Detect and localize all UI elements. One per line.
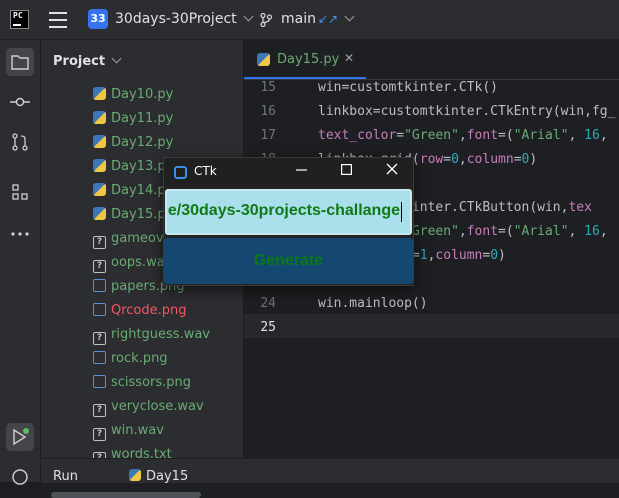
file-name: Day12.py <box>111 135 174 150</box>
tool-window-strip <box>0 40 41 485</box>
chevron-down-icon <box>111 53 122 64</box>
python-file-icon <box>257 53 270 66</box>
git-branch-icon <box>260 13 272 27</box>
file-name: Day11.py <box>111 111 174 126</box>
line-number: 15 <box>260 80 276 95</box>
run-icon[interactable] <box>6 423 34 451</box>
file-name: rightguess.wav <box>111 327 211 342</box>
close-icon[interactable]: ✕ <box>344 51 354 65</box>
file-tree-item[interactable]: Day15.py <box>93 205 173 225</box>
tab-day15[interactable]: Day15.py ✕ <box>244 40 366 79</box>
structure-icon[interactable] <box>6 178 34 206</box>
current-line-highlight <box>244 314 619 338</box>
ctk-app-icon <box>174 166 187 179</box>
file-name: Qrcode.png <box>111 303 187 318</box>
python-file-icon <box>93 159 106 172</box>
tab-label: Day15.py <box>277 52 340 67</box>
file-tree-item[interactable]: Qrcode.png <box>93 301 187 321</box>
line-number: 24 <box>260 296 276 311</box>
image-file-icon <box>93 303 106 316</box>
code-line: win.mainloop() <box>318 296 428 311</box>
file-tree-item[interactable]: Day12.py <box>93 133 173 153</box>
hamburger-icon[interactable] <box>49 12 67 28</box>
python-file-icon <box>93 87 106 100</box>
ctk-window-title: CTk <box>194 164 217 178</box>
project-selector[interactable]: 30days-30Project <box>115 11 254 27</box>
folder-icon[interactable] <box>6 48 34 76</box>
line-number: 16 <box>260 104 276 119</box>
file-name: win.wav <box>111 423 164 438</box>
editor-tab-bar: Day15.py ✕ <box>244 40 619 80</box>
line-number: 17 <box>260 128 276 143</box>
image-file-icon <box>93 279 106 292</box>
commit-icon[interactable] <box>6 88 34 116</box>
unknown-file-icon: ? <box>93 404 106 417</box>
python-file-icon <box>93 111 106 124</box>
maximize-icon[interactable] <box>335 161 357 183</box>
project-name: 30days-30Project <box>115 11 237 27</box>
pull-request-icon[interactable] <box>6 128 34 156</box>
unknown-file-icon: ? <box>93 236 106 249</box>
line-number: 25 <box>260 320 276 335</box>
minimize-icon[interactable] <box>290 161 312 183</box>
file-name: veryclose.wav <box>111 399 204 414</box>
file-tree-item[interactable]: Day13.py <box>93 157 173 177</box>
pycharm-logo[interactable]: PC <box>10 10 29 29</box>
ide-title-bar: PC 33 30days-30Project main ↙↗ <box>0 0 619 40</box>
bottom-tool-bar: Run Day15 <box>41 458 619 484</box>
file-name: scissors.png <box>111 375 192 390</box>
project-badge[interactable]: 33 <box>88 9 108 29</box>
close-icon[interactable] <box>381 161 403 183</box>
python-console-icon[interactable] <box>6 463 34 491</box>
vcs-sync-icon[interactable]: ↙↗ <box>318 11 355 26</box>
file-tree-item[interactable]: Day11.py <box>93 109 173 129</box>
image-file-icon <box>93 375 106 388</box>
branch-name: main <box>281 11 316 27</box>
file-name: rock.png <box>111 351 168 366</box>
file-tree-item[interactable]: ? rightguess.wav <box>93 325 210 345</box>
branch-selector[interactable]: main <box>281 11 316 27</box>
unknown-file-icon: ? <box>93 332 106 345</box>
ctk-title-bar[interactable]: CTk <box>164 158 413 186</box>
file-tree-item[interactable]: ? veryclose.wav <box>93 397 204 417</box>
file-tree-item[interactable]: Day14.py <box>93 181 173 201</box>
python-file-icon <box>93 183 106 196</box>
chevron-down-icon <box>243 11 254 22</box>
file-tree-item[interactable]: ? oops.wav <box>93 253 172 273</box>
generate-button[interactable]: Generate <box>164 238 413 284</box>
image-file-icon <box>93 351 106 364</box>
more-icon[interactable] <box>6 218 34 246</box>
code-line: linkbox=customtkinter.CTkEntry(win,fg_ <box>318 104 616 119</box>
link-entry-value: e/30days-30projects-challange <box>167 202 400 219</box>
horizontal-scrollbar[interactable] <box>51 492 201 498</box>
file-tree-item[interactable]: rock.png <box>93 349 168 369</box>
ctk-app-window: CTk e/30days-30projects-challange Genera… <box>163 157 414 286</box>
file-tree-item[interactable]: Day10.py <box>93 85 173 105</box>
text-caret <box>401 202 402 222</box>
file-tree-item[interactable]: ? win.wav <box>93 421 164 441</box>
unknown-file-icon: ? <box>93 428 106 441</box>
python-file-icon <box>129 469 141 481</box>
file-tree-item[interactable]: scissors.png <box>93 373 191 393</box>
python-file-icon <box>93 135 106 148</box>
python-file-icon <box>93 207 106 220</box>
code-line: win=customtkinter.CTk() <box>318 80 499 95</box>
code-line: text_color="Green",font=("Arial", 16, <box>318 128 608 143</box>
link-entry[interactable]: e/30days-30projects-challange <box>165 189 412 235</box>
unknown-file-icon: ? <box>93 260 106 273</box>
project-header[interactable]: Project <box>53 53 122 69</box>
file-name: Day10.py <box>111 87 174 102</box>
chevron-down-icon <box>344 11 355 22</box>
